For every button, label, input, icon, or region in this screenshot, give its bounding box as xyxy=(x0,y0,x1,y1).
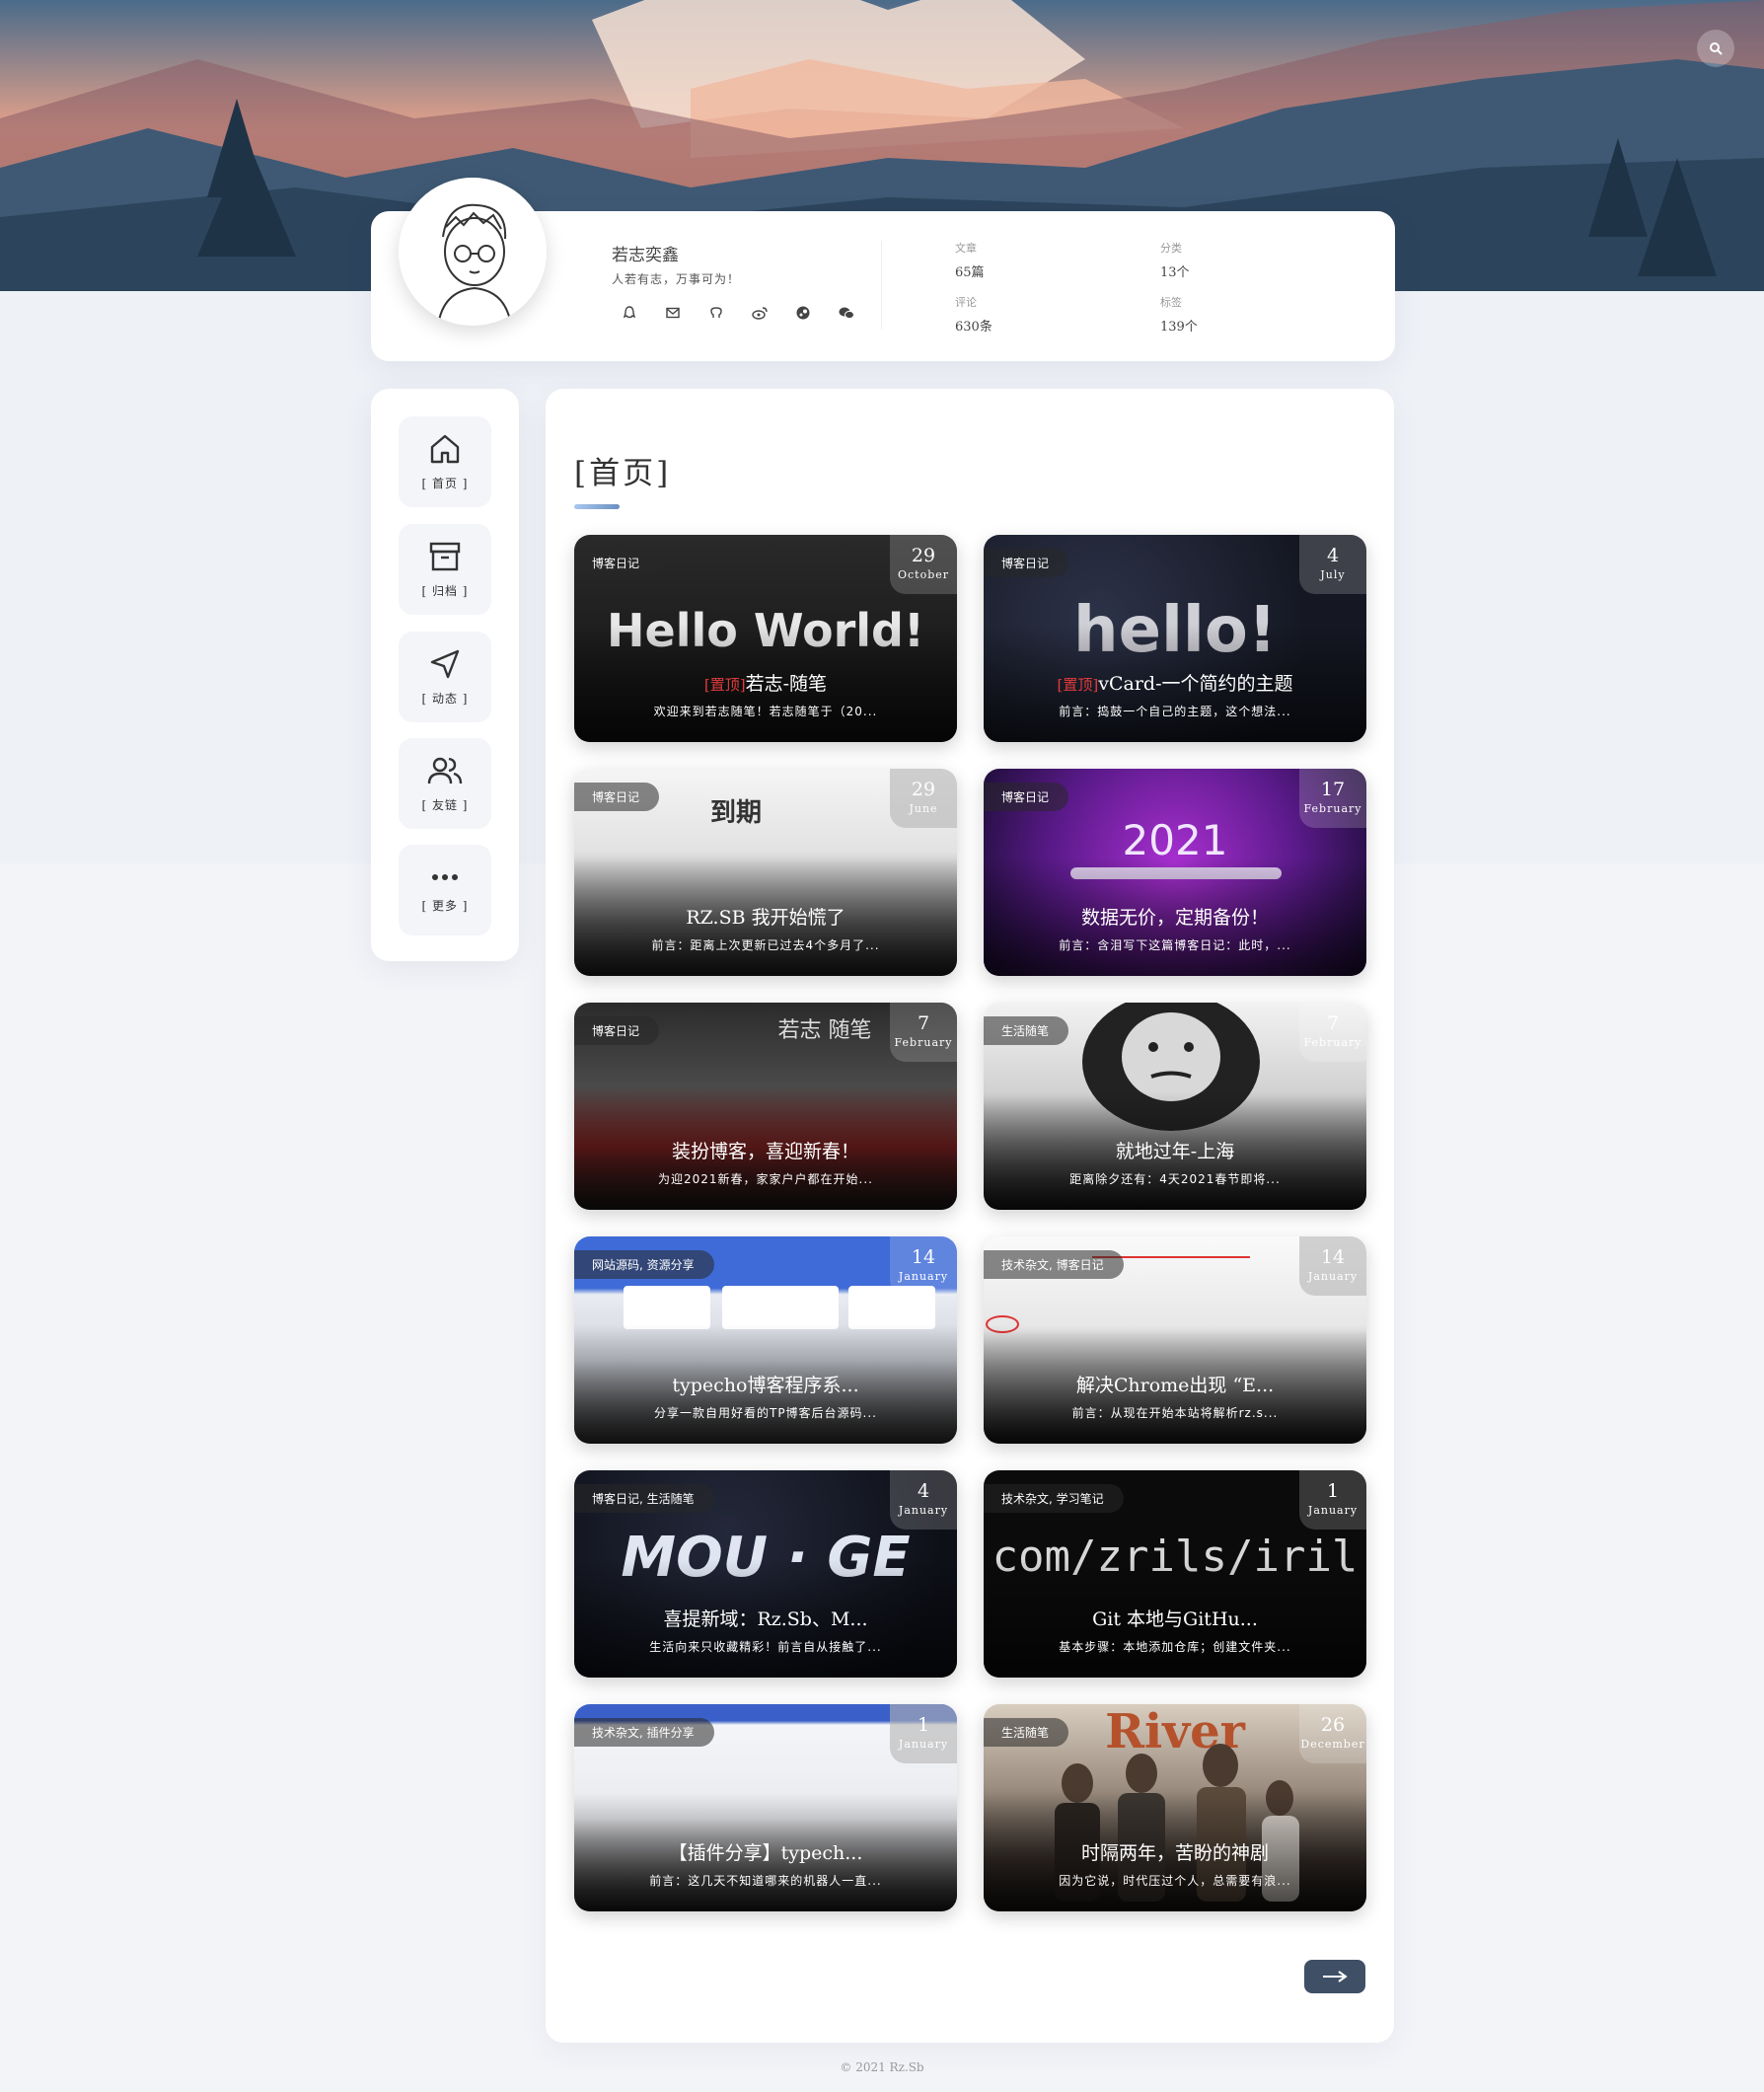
post-card[interactable]: 生活随笔 7 February 就地过年-上海 距离除夕还有：4天2021春节即将… xyxy=(984,1003,1366,1210)
nav-item-more[interactable]: [ 更多 ] xyxy=(399,845,491,935)
category-badge[interactable]: 生活随笔 xyxy=(984,1016,1069,1045)
arrow-right-icon xyxy=(1323,1971,1348,1982)
date-badge: 4 July xyxy=(1299,535,1366,594)
weibo-icon[interactable] xyxy=(748,301,772,325)
post-card[interactable]: 技术杂文, 插件分享 1 January 【插件分享】typech... 前言：这… xyxy=(574,1704,957,1911)
post-title[interactable]: [置顶]vCard-一个简约的主题 xyxy=(984,669,1366,696)
post-title[interactable]: 就地过年-上海 xyxy=(984,1137,1366,1163)
category-badge[interactable]: 生活随笔 xyxy=(984,1718,1069,1747)
stat-tags: 标签 139个 xyxy=(1160,296,1198,335)
post-title[interactable]: 装扮博客，喜迎新春！ xyxy=(574,1137,957,1163)
stat-posts: 文章 65篇 xyxy=(955,242,985,280)
nav-item-friends[interactable]: [ 友链 ] xyxy=(399,738,491,829)
post-title[interactable]: 喜提新域：Rz.Sb、M... xyxy=(574,1605,957,1631)
post-excerpt: 前言：含泪写下这篇博客日记：此时，... xyxy=(1059,938,1291,952)
stat-comments: 评论 630条 xyxy=(955,296,992,335)
stat-categories: 分类 13个 xyxy=(1160,242,1190,280)
avatar-illustration xyxy=(399,178,547,326)
category-badge[interactable]: 网站源码, 资源分享 xyxy=(574,1250,714,1279)
mail-icon[interactable] xyxy=(661,301,685,325)
nav-item-home[interactable]: [ 首页 ] xyxy=(399,416,491,507)
category-badge[interactable]: 博客日记 xyxy=(574,783,660,811)
send-icon xyxy=(430,649,460,678)
date-badge: 4 January xyxy=(890,1470,957,1530)
category-badge[interactable]: 博客日记 xyxy=(574,549,660,577)
date-badge: 14 January xyxy=(890,1236,957,1296)
post-card[interactable]: MOU · GE 博客日记, 生活随笔 4 January 喜提新域：Rz.Sb、… xyxy=(574,1470,957,1678)
category-badge[interactable]: 技术杂文, 学习笔记 xyxy=(984,1484,1124,1513)
date-badge: 7 February xyxy=(1299,1003,1366,1062)
post-title[interactable]: 解决Chrome出现 “E... xyxy=(984,1371,1366,1397)
post-card[interactable]: hello! 博客日记 4July [置顶]vCard-一个简约的主题 前言：捣… xyxy=(984,535,1366,742)
nav-item-archive[interactable]: [ 归档 ] xyxy=(399,524,491,615)
post-excerpt: 分享一款自用好看的TP博客后台源码... xyxy=(653,1406,877,1420)
post-excerpt: 因为它说，时代压过个人，总需要有浪... xyxy=(1059,1874,1291,1888)
post-title[interactable]: [置顶]若志-随笔 xyxy=(574,669,957,696)
post-excerpt: 前言：从现在开始本站将解析rz.s... xyxy=(1071,1406,1279,1420)
category-badge[interactable]: 博客日记 xyxy=(984,783,1069,811)
footer-copyright: © 2021 Rz.Sb xyxy=(840,2060,924,2074)
post-card[interactable]: 若志 随笔 博客日记 7 February 装扮博客，喜迎新春！ 为迎2021新春… xyxy=(574,1003,957,1210)
category-badge[interactable]: 技术杂文, 插件分享 xyxy=(574,1718,714,1747)
post-excerpt: 基本步骤：本地添加仓库；创建文件夹... xyxy=(1059,1640,1291,1654)
qq-icon[interactable] xyxy=(618,301,641,325)
profile-divider xyxy=(881,241,882,330)
profile-motto: 人若有志，万事可为！ xyxy=(612,272,741,286)
title-underline xyxy=(574,504,620,509)
post-excerpt: 为迎2021新春，家家户户都在开始... xyxy=(658,1172,873,1186)
category-badge[interactable]: 技术杂文, 博客日记 xyxy=(984,1250,1124,1279)
post-card[interactable]: 到期 博客日记 29 June RZ.SB 我开始慌了 前言：距离上次更新已过去4… xyxy=(574,769,957,976)
post-excerpt: 欢迎来到若志随笔！若志随笔于（20... xyxy=(653,705,878,718)
post-excerpt: 距离除夕还有：4天2021春节即将... xyxy=(1069,1172,1281,1186)
next-page-button[interactable] xyxy=(1304,1960,1365,1993)
nav-item-moments[interactable]: [ 动态 ] xyxy=(399,632,491,722)
page-title: [首页] xyxy=(574,456,672,491)
post-title[interactable]: 数据无价，定期备份！ xyxy=(984,903,1366,930)
category-badge[interactable]: 博客日记 xyxy=(574,1016,660,1045)
avatar[interactable] xyxy=(399,178,547,326)
date-badge: 1 January xyxy=(1299,1470,1366,1530)
post-card[interactable]: com/zrils/iril 技术杂文, 学习笔记 1 January Git 本… xyxy=(984,1470,1366,1678)
date-badge: 26 December xyxy=(1299,1704,1366,1763)
post-card[interactable]: 网站源码, 资源分享 14 January typecho博客程序系... 分享一… xyxy=(574,1236,957,1444)
post-card[interactable]: River 生活随笔 26 December 时隔两年，苦盼的神剧 因为它说，时代… xyxy=(984,1704,1366,1911)
post-excerpt: 前言：捣鼓一个自己的主题，这个想法... xyxy=(1059,705,1291,718)
wechat-icon[interactable] xyxy=(835,301,858,325)
more-icon xyxy=(432,873,458,880)
social-links xyxy=(618,301,858,325)
post-title[interactable]: Git 本地与GitHu... xyxy=(984,1605,1366,1631)
post-card[interactable]: 2021 博客日记 17 February 数据无价，定期备份！ 前言：含泪写下这… xyxy=(984,769,1366,976)
home-icon xyxy=(430,434,460,463)
date-badge: 29 June xyxy=(890,769,957,828)
post-card[interactable]: Hello World! 博客日记 29October [置顶]若志-随笔 欢迎… xyxy=(574,535,957,742)
post-card[interactable]: 技术杂文, 博客日记 14 January 解决Chrome出现 “E... 前言… xyxy=(984,1236,1366,1444)
date-badge: 14 January xyxy=(1299,1236,1366,1296)
search-button[interactable] xyxy=(1697,30,1734,67)
dashboard-widget xyxy=(624,1286,710,1329)
category-badge[interactable]: 博客日记 xyxy=(984,549,1069,577)
archive-icon xyxy=(429,542,461,570)
date-badge: 1 January xyxy=(890,1704,957,1763)
dashboard-widget xyxy=(722,1286,839,1329)
users-icon xyxy=(427,757,463,784)
post-title[interactable]: 【插件分享】typech... xyxy=(574,1838,957,1865)
post-title[interactable]: 时隔两年，苦盼的神剧 xyxy=(984,1838,1366,1865)
github-icon[interactable] xyxy=(704,301,728,325)
post-title[interactable]: typecho博客程序系... xyxy=(574,1371,957,1397)
category-badge[interactable]: 博客日记, 生活随笔 xyxy=(574,1484,714,1513)
date-badge: 7 February xyxy=(890,1003,957,1062)
post-excerpt: 前言：距离上次更新已过去4个多月了... xyxy=(651,938,880,952)
steam-icon[interactable] xyxy=(791,301,815,325)
date-badge: 17 February xyxy=(1299,769,1366,828)
post-title[interactable]: RZ.SB 我开始慌了 xyxy=(574,903,957,930)
date-badge: 29 October xyxy=(890,535,957,594)
search-icon xyxy=(1710,42,1723,55)
profile-name: 若志奕鑫 xyxy=(612,246,679,265)
post-excerpt: 前言：这几天不知道哪来的机器人一直... xyxy=(649,1874,882,1888)
post-excerpt: 生活向来只收藏精彩！前言自从接触了... xyxy=(649,1640,882,1654)
